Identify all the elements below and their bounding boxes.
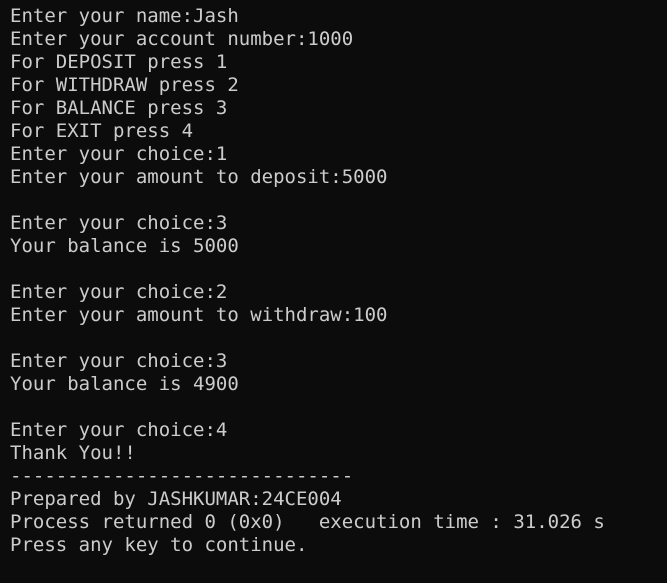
console-line: Enter your choice:3 bbox=[10, 350, 228, 372]
console-output[interactable]: Enter your name:Jash Enter your account … bbox=[0, 0, 667, 583]
console-line: For EXIT press 4 bbox=[10, 120, 194, 142]
console-line: Enter your account number:1000 bbox=[10, 28, 354, 50]
console-line: Enter your choice:2 bbox=[10, 281, 228, 303]
console-line: For DEPOSIT press 1 bbox=[10, 51, 228, 73]
console-line: Prepared by JASHKUMAR:24CE004 bbox=[10, 488, 342, 510]
console-line: For BALANCE press 3 bbox=[10, 97, 228, 119]
continue-prompt-line: Press any key to continue. bbox=[10, 534, 308, 556]
console-line: Thank You!! bbox=[10, 442, 136, 464]
console-line: Enter your choice:1 bbox=[10, 143, 228, 165]
console-line: For WITHDRAW press 2 bbox=[10, 74, 239, 96]
separator-line: ------------------------------ bbox=[10, 465, 354, 487]
process-status-line: Process returned 0 (0x0) execution time … bbox=[10, 511, 605, 533]
console-line: Enter your choice:4 bbox=[10, 419, 228, 441]
console-line: Enter your name:Jash bbox=[10, 5, 239, 27]
console-line: Enter your amount to withdraw:100 bbox=[10, 304, 388, 326]
console-line: Your balance is 5000 bbox=[10, 235, 239, 257]
console-line: Enter your choice:3 bbox=[10, 212, 228, 234]
console-line: Your balance is 4900 bbox=[10, 373, 239, 395]
console-line: Enter your amount to deposit:5000 bbox=[10, 166, 388, 188]
